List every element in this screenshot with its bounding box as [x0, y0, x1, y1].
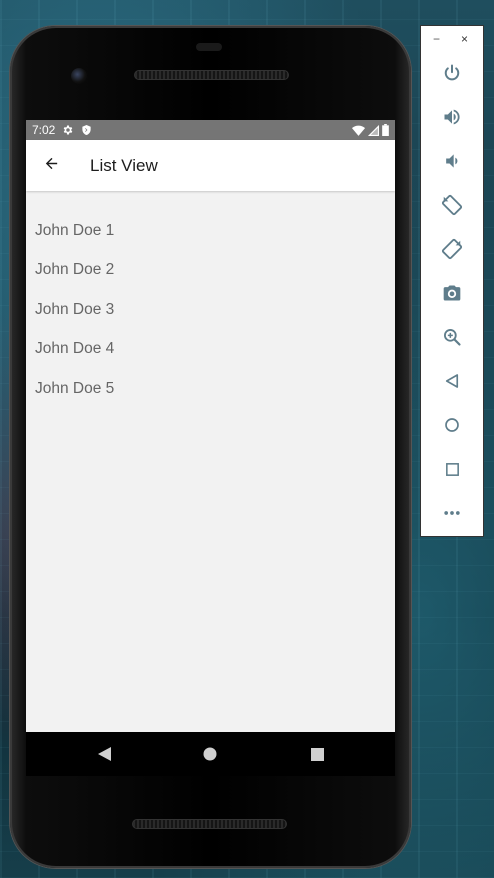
volume-down-icon[interactable]	[438, 147, 466, 175]
desktop-background: 7:02 List View John Doe 1 John Doe 2 Joh…	[0, 0, 494, 878]
android-nav-bar	[26, 732, 395, 776]
home-circle-icon[interactable]	[202, 746, 218, 762]
list-item[interactable]: John Doe 5	[26, 369, 395, 409]
home-icon[interactable]	[438, 411, 466, 439]
list-item[interactable]: John Doe 4	[26, 330, 395, 370]
gear-icon	[62, 124, 74, 136]
recents-square-icon[interactable]	[309, 746, 325, 762]
status-bar: 7:02	[26, 120, 395, 140]
back-icon[interactable]	[438, 367, 466, 395]
list-item[interactable]: John Doe 3	[26, 290, 395, 330]
status-time: 7:02	[32, 123, 56, 137]
emulator-control-panel: − ×	[420, 25, 484, 537]
list-item[interactable]: John Doe 1	[26, 211, 395, 251]
phone-earpiece	[196, 43, 222, 51]
minimize-button[interactable]: −	[433, 32, 440, 46]
rotate-right-icon[interactable]	[438, 235, 466, 263]
phone-screen: 7:02 List View John Doe 1 John Doe 2 Joh…	[26, 120, 395, 732]
top-speaker-grille	[134, 70, 289, 80]
close-button[interactable]: ×	[461, 32, 468, 46]
back-triangle-icon[interactable]	[96, 746, 112, 762]
signal-icon	[368, 124, 379, 136]
battery-icon	[382, 124, 389, 136]
app-bar: List View	[26, 140, 395, 191]
contact-list: John Doe 1 John Doe 2 John Doe 3 John Do…	[26, 191, 395, 409]
zoom-icon[interactable]	[438, 323, 466, 351]
overview-icon[interactable]	[438, 455, 466, 483]
more-icon[interactable]	[438, 499, 466, 527]
list-item[interactable]: John Doe 2	[26, 251, 395, 291]
page-title: List View	[90, 155, 158, 175]
volume-up-icon[interactable]	[438, 103, 466, 131]
shield-icon	[81, 124, 92, 136]
camera-icon[interactable]	[438, 279, 466, 307]
rotate-left-icon[interactable]	[438, 191, 466, 219]
front-camera	[71, 68, 87, 84]
bottom-speaker-grille	[132, 819, 287, 829]
power-icon[interactable]	[438, 59, 466, 87]
back-button[interactable]	[26, 140, 76, 191]
arrow-back-icon	[43, 155, 60, 177]
wifi-icon	[352, 125, 365, 136]
